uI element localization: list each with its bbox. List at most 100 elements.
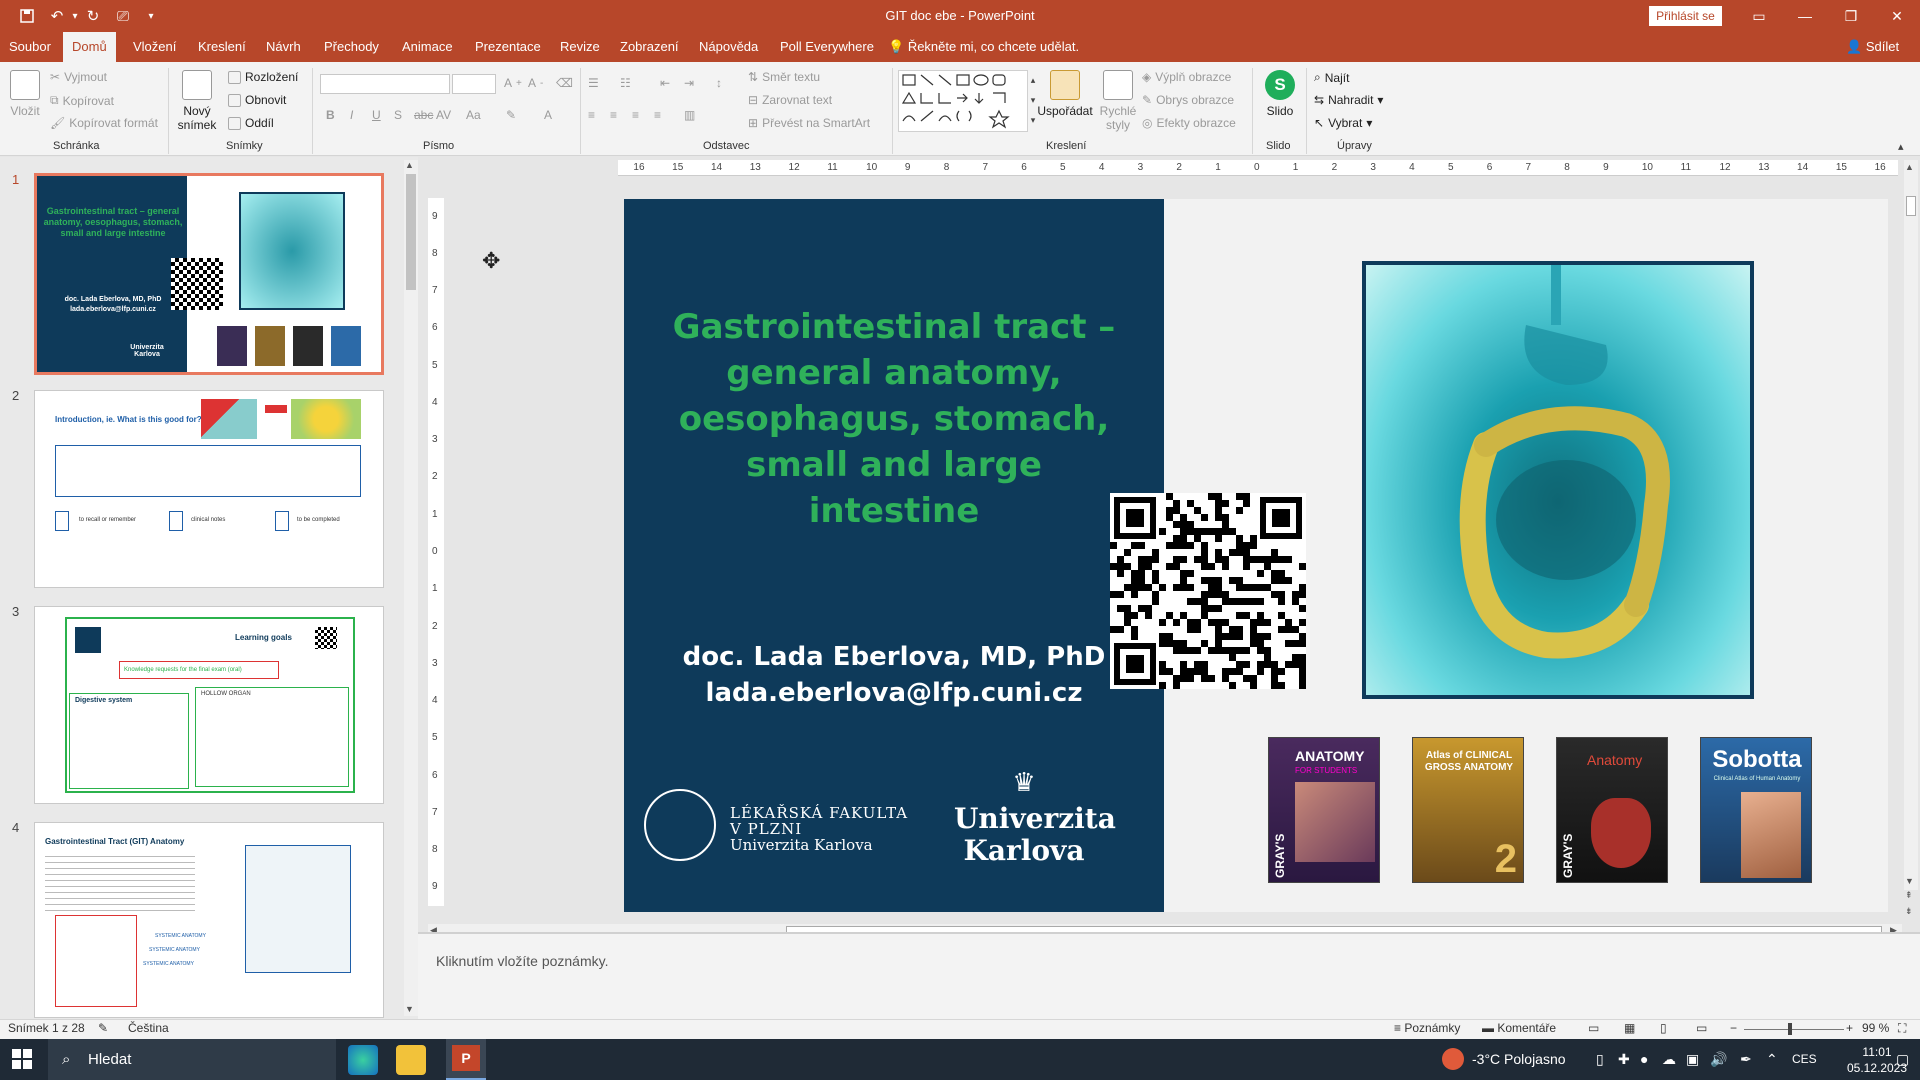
- align-right-icon[interactable]: ≡: [632, 108, 639, 122]
- book-cover[interactable]: GRAY'S ANATOMY FOR STUDENTS: [1268, 737, 1380, 883]
- change-case-icon[interactable]: Aa: [466, 108, 481, 122]
- clear-format-icon[interactable]: ⌫: [556, 76, 573, 90]
- close-icon[interactable]: ✕: [1874, 0, 1920, 32]
- tray-app-icon[interactable]: ✚: [1618, 1039, 1630, 1080]
- grow-font-icon[interactable]: A +: [504, 76, 522, 90]
- copy-button[interactable]: ⧉ Kopírovat: [50, 93, 114, 108]
- slide-thumbnail-3[interactable]: Learning goals Knowledge requests for th…: [34, 606, 384, 804]
- slide-title[interactable]: Gastrointestinal tract – general anatomy…: [664, 304, 1124, 534]
- shrink-font-icon[interactable]: A-: [528, 76, 543, 90]
- shape-fill-button[interactable]: ◈ Výplň obrazce: [1142, 70, 1231, 84]
- ribbon-display-options-icon[interactable]: ▭: [1736, 0, 1782, 32]
- cut-button[interactable]: ✂ Vyjmout: [50, 70, 107, 84]
- tray-app-icon[interactable]: ●: [1640, 1039, 1648, 1080]
- editing-scrollbar[interactable]: [1904, 160, 1918, 890]
- decrease-indent-icon[interactable]: ⇤: [660, 76, 670, 90]
- pen-tray-icon[interactable]: ✒: [1740, 1039, 1752, 1080]
- present-from-start-icon[interactable]: ⎚: [108, 0, 138, 32]
- collapse-ribbon-icon[interactable]: ▴: [1898, 140, 1904, 153]
- notes-placeholder[interactable]: Kliknutím vložíte poznámky.: [436, 953, 608, 969]
- shape-outline-button[interactable]: ✎ Obrys obrazce: [1142, 93, 1234, 107]
- language-indicator[interactable]: Čeština: [128, 1021, 169, 1035]
- quick-styles-button[interactable]: Rychlé styly: [1096, 70, 1140, 132]
- shapes-gallery[interactable]: [898, 70, 1028, 132]
- bold-icon[interactable]: B: [326, 108, 335, 122]
- share-button[interactable]: 👤 Sdílet: [1846, 32, 1899, 62]
- font-name-box[interactable]: [320, 74, 450, 94]
- align-left-icon[interactable]: ≡: [588, 108, 595, 122]
- reading-view-icon[interactable]: ▯: [1660, 1021, 1667, 1035]
- char-spacing-icon[interactable]: AV: [436, 108, 451, 122]
- tab-insert[interactable]: Vložení: [124, 32, 185, 62]
- tab-file[interactable]: Soubor: [0, 32, 60, 62]
- format-painter-button[interactable]: 🖌 Kopírovat formát: [50, 116, 158, 130]
- tab-transitions[interactable]: Přechody: [315, 32, 388, 62]
- highlight-icon[interactable]: ✎: [506, 108, 516, 122]
- select-button[interactable]: ↖ Vybrat ▾: [1314, 116, 1372, 130]
- notifications-icon[interactable]: ▢: [1896, 1039, 1909, 1080]
- increase-indent-icon[interactable]: ⇥: [684, 76, 694, 90]
- font-color-icon[interactable]: A: [544, 108, 552, 122]
- thumbnail-scrollbar-thumb[interactable]: [406, 174, 416, 290]
- edge-browser-icon[interactable]: [348, 1045, 378, 1075]
- zoom-level[interactable]: 99 %: [1862, 1021, 1889, 1035]
- line-spacing-icon[interactable]: ↕: [716, 76, 722, 90]
- section-button[interactable]: Oddíl: [228, 116, 274, 130]
- sign-in-button[interactable]: Přihlásit se: [1649, 6, 1722, 26]
- fit-to-window-icon[interactable]: ⛶: [1898, 1021, 1906, 1036]
- strikethrough-icon[interactable]: abc: [414, 108, 433, 122]
- find-button[interactable]: ⌕ Najít: [1314, 70, 1349, 85]
- text-direction-button[interactable]: ⇅ Směr textu: [748, 70, 820, 84]
- book-cover[interactable]: Atlas of CLINICAL GROSS ANATOMY 2: [1412, 737, 1524, 883]
- powerpoint-taskbar-button[interactable]: P: [446, 1039, 486, 1080]
- accessibility-icon[interactable]: ✎: [98, 1021, 108, 1035]
- underline-icon[interactable]: U: [372, 108, 381, 122]
- zoom-in-icon[interactable]: +: [1846, 1021, 1853, 1035]
- cloud-icon[interactable]: ☁: [1662, 1039, 1676, 1080]
- align-center-icon[interactable]: ≡: [610, 108, 617, 122]
- slide-canvas[interactable]: Gastrointestinal tract – general anatomy…: [624, 199, 1888, 912]
- comments-toggle[interactable]: ▬ Komentáře: [1482, 1021, 1556, 1035]
- layout-button[interactable]: Rozložení: [228, 70, 298, 84]
- taskbar-search[interactable]: ⌕ Hledat: [48, 1039, 336, 1080]
- slide-thumbnail-2[interactable]: Introduction, ie. What is this good for?…: [34, 390, 384, 588]
- slido-button[interactable]: S Slido: [1258, 70, 1302, 118]
- book-cover[interactable]: GRAY'S Anatomy: [1556, 737, 1668, 883]
- minimize-icon[interactable]: —: [1782, 0, 1828, 32]
- weather-text[interactable]: -3°C Polojasno: [1472, 1039, 1566, 1080]
- previous-slide-icon[interactable]: ⇞: [1905, 890, 1913, 901]
- tab-animations[interactable]: Animace: [393, 32, 462, 62]
- notes-toggle[interactable]: ≡ Poznámky: [1394, 1021, 1460, 1035]
- numbering-icon[interactable]: ☷: [620, 76, 631, 90]
- tab-home[interactable]: Domů: [63, 32, 116, 62]
- file-explorer-icon[interactable]: [396, 1045, 426, 1075]
- next-slide-icon[interactable]: ⇟: [1905, 906, 1913, 917]
- slide-sorter-icon[interactable]: ▦: [1624, 1021, 1635, 1035]
- zoom-out-icon[interactable]: −: [1730, 1021, 1737, 1035]
- normal-view-icon[interactable]: ▭: [1588, 1021, 1599, 1035]
- shape-effects-button[interactable]: ◎ Efekty obrazce: [1142, 116, 1236, 130]
- battery-icon[interactable]: ▯: [1596, 1039, 1604, 1080]
- bullets-icon[interactable]: ☰: [588, 76, 599, 90]
- input-language[interactable]: CES: [1792, 1039, 1817, 1080]
- shadow-icon[interactable]: S: [394, 108, 402, 122]
- slideshow-icon[interactable]: ▭: [1696, 1021, 1707, 1035]
- scroll-up-icon[interactable]: ▲: [405, 160, 414, 170]
- slide-counter[interactable]: Snímek 1 z 28: [8, 1021, 85, 1035]
- scroll-up-icon[interactable]: ▲: [1905, 162, 1914, 172]
- restore-icon[interactable]: ❐: [1828, 0, 1874, 32]
- tab-slideshow[interactable]: Prezentace: [466, 32, 550, 62]
- tell-me-search[interactable]: 💡 Řekněte mi, co chcete udělat.: [888, 32, 1079, 62]
- zoom-slider-thumb[interactable]: [1788, 1023, 1792, 1035]
- scroll-down-icon[interactable]: ▼: [1905, 876, 1914, 886]
- gastrointestinal-illustration[interactable]: [1362, 261, 1754, 699]
- author-textbox[interactable]: doc. Lada Eberlova, MD, PhD lada.eberlov…: [664, 639, 1124, 711]
- book-cover[interactable]: Sobotta Clinical Atlas of Human Anatomy: [1700, 737, 1812, 883]
- paste-button[interactable]: Vložit: [8, 70, 42, 118]
- slide-thumbnail-4[interactable]: Gastrointestinal Tract (GIT) Anatomy SYS…: [34, 822, 384, 1018]
- save-icon[interactable]: [12, 0, 42, 32]
- tab-poll-everywhere[interactable]: Poll Everywhere: [771, 32, 883, 62]
- slide-thumbnail-1[interactable]: Gastrointestinal tract – general anatomy…: [34, 173, 384, 375]
- tab-draw[interactable]: Kreslení: [189, 32, 255, 62]
- tab-help[interactable]: Nápověda: [690, 32, 767, 62]
